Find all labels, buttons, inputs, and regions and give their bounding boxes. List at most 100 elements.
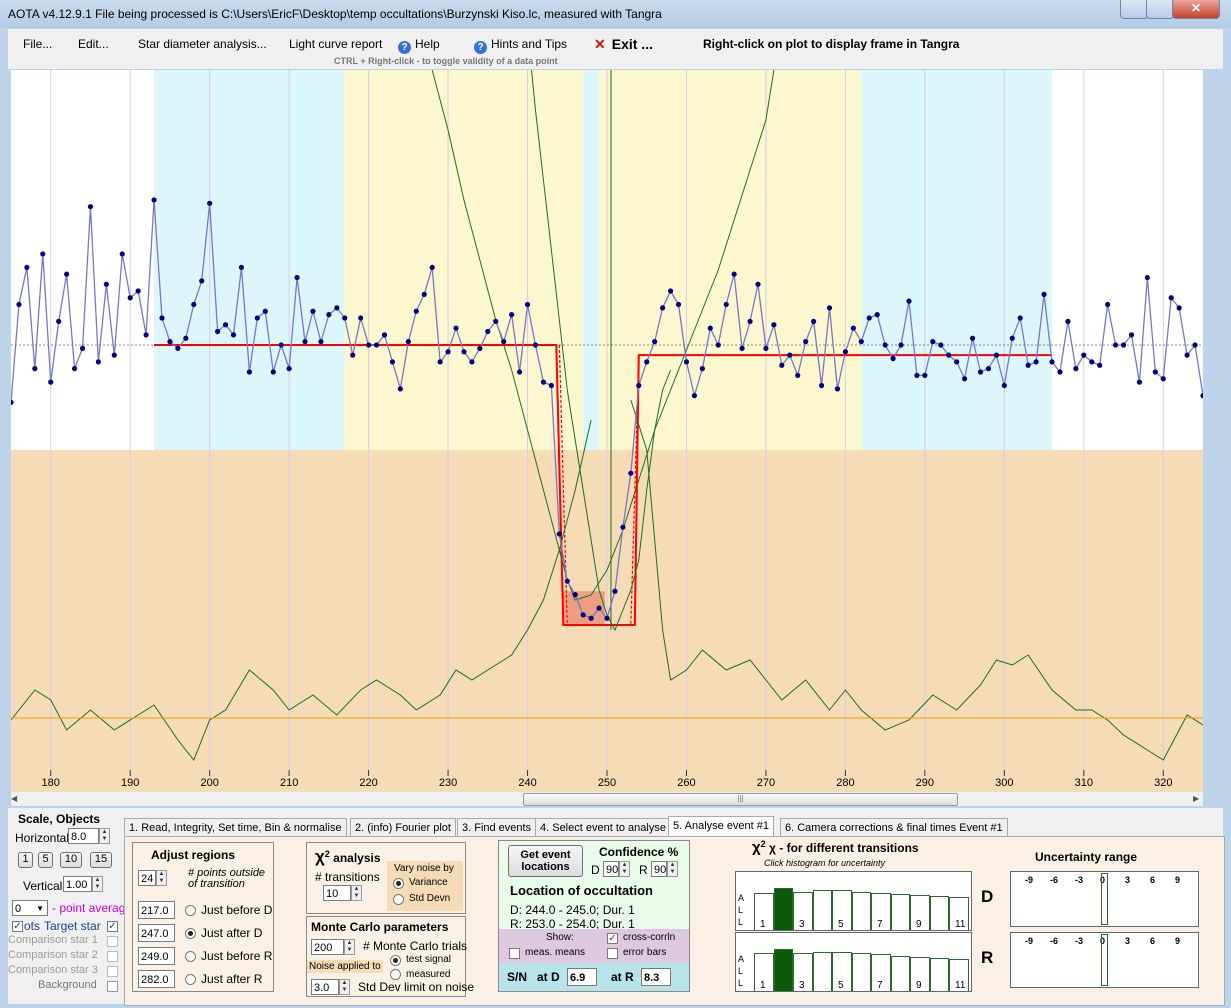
ts-checkbox[interactable]: ✓ bbox=[12, 921, 23, 932]
histogram-r[interactable]: A L L 1 3 5 7 9 11 bbox=[735, 932, 972, 992]
data-point bbox=[787, 352, 793, 358]
menu-file[interactable]: File... bbox=[23, 37, 52, 51]
histogram-d-bar[interactable] bbox=[929, 896, 949, 930]
uncertainty-d: -9 -6 -3 0 3 6 9 bbox=[1010, 871, 1199, 927]
tab-read-integrity[interactable]: 1. Read, Integrity, Set time, Bin & norm… bbox=[124, 818, 347, 837]
menu-star-diameter[interactable]: Star diameter analysis... bbox=[138, 37, 267, 51]
just-after-d-label: Just after D bbox=[201, 926, 263, 940]
just-before-r-radio[interactable] bbox=[185, 951, 196, 962]
histogram-r-bar[interactable] bbox=[890, 955, 910, 991]
x-tick-label: 310 bbox=[1075, 777, 1093, 789]
confidence-r-input[interactable]: 90 bbox=[651, 861, 667, 877]
histogram-r-bar[interactable] bbox=[851, 952, 871, 991]
just-after-d-input[interactable]: 247.0 bbox=[138, 924, 175, 942]
scale-button-10[interactable]: 10 bbox=[60, 852, 82, 868]
std-limit-spinner[interactable]: ▲ ▼ bbox=[339, 979, 350, 995]
histogram-r-all-letters: ALL bbox=[738, 953, 744, 989]
std-devn-radio[interactable] bbox=[393, 894, 404, 905]
scale-button-5[interactable]: 5 bbox=[38, 852, 53, 868]
region-before-d bbox=[344, 70, 584, 450]
comparison-star-2-checkbox[interactable] bbox=[107, 951, 118, 962]
measured-radio[interactable] bbox=[390, 969, 401, 980]
data-point bbox=[350, 352, 356, 358]
histogram-d[interactable]: A L L 1 3 5 7 9 11 bbox=[735, 871, 972, 931]
points-outside-spinner[interactable]: ▲ ▼ bbox=[156, 870, 167, 886]
menu-help[interactable]: ? Help bbox=[398, 37, 440, 54]
sn-at-r-value: 8.3 bbox=[641, 968, 671, 986]
data-point bbox=[628, 470, 634, 476]
point-average-select[interactable]: 0 ▼ bbox=[12, 900, 48, 916]
get-event-locations-button[interactable]: Get event locations bbox=[508, 845, 583, 877]
light-curve-plot[interactable]: 180 190 200 210 220 230 240 250 260 270 280 290 300 3… bbox=[8, 29, 1206, 792]
error-bars-label: error bars bbox=[623, 947, 667, 958]
menu-edit[interactable]: Edit... bbox=[78, 37, 109, 51]
histogram-d-bar[interactable] bbox=[812, 889, 832, 930]
test-signal-radio[interactable] bbox=[390, 955, 401, 966]
just-after-r-radio[interactable] bbox=[185, 974, 196, 985]
error-bars-checkbox[interactable] bbox=[607, 948, 618, 959]
confidence-r-spinner[interactable]: ▲ ▼ bbox=[667, 861, 678, 877]
sn-at-d-value: 6.9 bbox=[567, 968, 597, 986]
maximize-button[interactable] bbox=[1146, 0, 1174, 19]
transitions-spinner[interactable]: ▲ ▼ bbox=[351, 885, 362, 901]
menu-hints[interactable]: ? Hints and Tips bbox=[474, 37, 567, 54]
data-point bbox=[429, 264, 435, 271]
cross-corr-checkbox[interactable]: ✓ bbox=[607, 933, 618, 944]
monte-carlo-trials-input[interactable]: 200 bbox=[311, 939, 344, 955]
histogram-d-bar[interactable] bbox=[890, 894, 910, 930]
tab-select-event[interactable]: 4. Select event to analyse bbox=[535, 818, 671, 837]
horizontal-spinner[interactable]: ▲ ▼ bbox=[99, 828, 110, 844]
minimize-button[interactable] bbox=[1120, 0, 1148, 19]
uncertainty-tick: -9 bbox=[1025, 875, 1034, 885]
scale-button-15[interactable]: 15 bbox=[90, 852, 112, 868]
just-before-r-input[interactable]: 249.0 bbox=[138, 947, 175, 965]
background-checkbox[interactable] bbox=[107, 981, 118, 992]
data-point bbox=[1184, 352, 1190, 358]
data-point bbox=[24, 264, 30, 271]
plot-svg[interactable]: 180 190 200 210 220 230 240 250 260 270 280 290 300 3… bbox=[8, 29, 1206, 792]
histogram-r-bar[interactable] bbox=[929, 957, 949, 991]
data-point bbox=[588, 615, 594, 621]
data-point bbox=[930, 339, 936, 345]
menu-exit[interactable]: ✕ Exit ... bbox=[594, 36, 653, 53]
histogram-r-bar[interactable] bbox=[773, 949, 793, 991]
title-bar: AOTA v4.12.9.1 File being processed is C… bbox=[0, 0, 1231, 28]
just-after-d-radio[interactable] bbox=[185, 928, 196, 939]
just-after-r-input[interactable]: 282.0 bbox=[138, 970, 175, 988]
points-outside-input[interactable]: 24 bbox=[138, 870, 156, 886]
horizontal-input[interactable]: 8.0 bbox=[68, 828, 99, 844]
variance-radio[interactable] bbox=[393, 878, 404, 889]
histogram-r-bar[interactable] bbox=[812, 951, 832, 991]
scroll-thumb[interactable]: ||| bbox=[523, 793, 958, 806]
data-point bbox=[485, 328, 491, 335]
tab-fourier[interactable]: 2. (info) Fourier plot bbox=[350, 818, 456, 837]
histogram-d-bar[interactable] bbox=[851, 891, 871, 930]
comparison-star-3-checkbox[interactable] bbox=[107, 966, 118, 977]
histogram-d-bar[interactable] bbox=[773, 888, 793, 930]
tab-analyse-event[interactable]: 5. Analyse event #1 bbox=[668, 816, 775, 837]
confidence-d-input[interactable]: 90 bbox=[603, 861, 619, 877]
vertical-spinner[interactable]: ▲ ▼ bbox=[92, 876, 103, 892]
scroll-right-icon[interactable]: ▶ bbox=[1193, 794, 1203, 804]
std-limit-input[interactable]: 3.0 bbox=[311, 979, 339, 995]
data-point bbox=[254, 315, 260, 321]
meas-means-checkbox[interactable] bbox=[509, 948, 520, 959]
data-point bbox=[596, 605, 602, 611]
just-before-d-radio[interactable] bbox=[185, 905, 196, 916]
scale-button-1[interactable]: 1 bbox=[18, 852, 33, 868]
uncertainty-tick: -3 bbox=[1075, 875, 1084, 885]
plot-scrollbar[interactable]: ◀ ||| ▶ bbox=[11, 792, 1203, 806]
transitions-input[interactable]: 10 bbox=[323, 885, 351, 901]
just-before-d-input[interactable]: 217.0 bbox=[138, 901, 175, 919]
close-button[interactable]: ✕ bbox=[1172, 0, 1220, 19]
menu-light-curve-report[interactable]: Light curve report bbox=[289, 37, 382, 51]
scroll-left-icon[interactable]: ◀ bbox=[11, 794, 21, 804]
uncertainty-marker bbox=[1101, 934, 1108, 986]
comparison-star-1-checkbox[interactable] bbox=[107, 936, 118, 947]
confidence-d-spinner[interactable]: ▲ ▼ bbox=[619, 861, 630, 877]
monte-carlo-trials-spinner[interactable]: ▲ ▼ bbox=[344, 939, 355, 955]
target-star-checkbox[interactable]: ✓ bbox=[107, 921, 118, 932]
tab-find-events[interactable]: 3. Find events bbox=[457, 818, 537, 837]
vertical-input[interactable]: 1.00 bbox=[63, 876, 92, 892]
tab-camera-corrections[interactable]: 6. Camera corrections & final times Even… bbox=[780, 818, 1008, 837]
